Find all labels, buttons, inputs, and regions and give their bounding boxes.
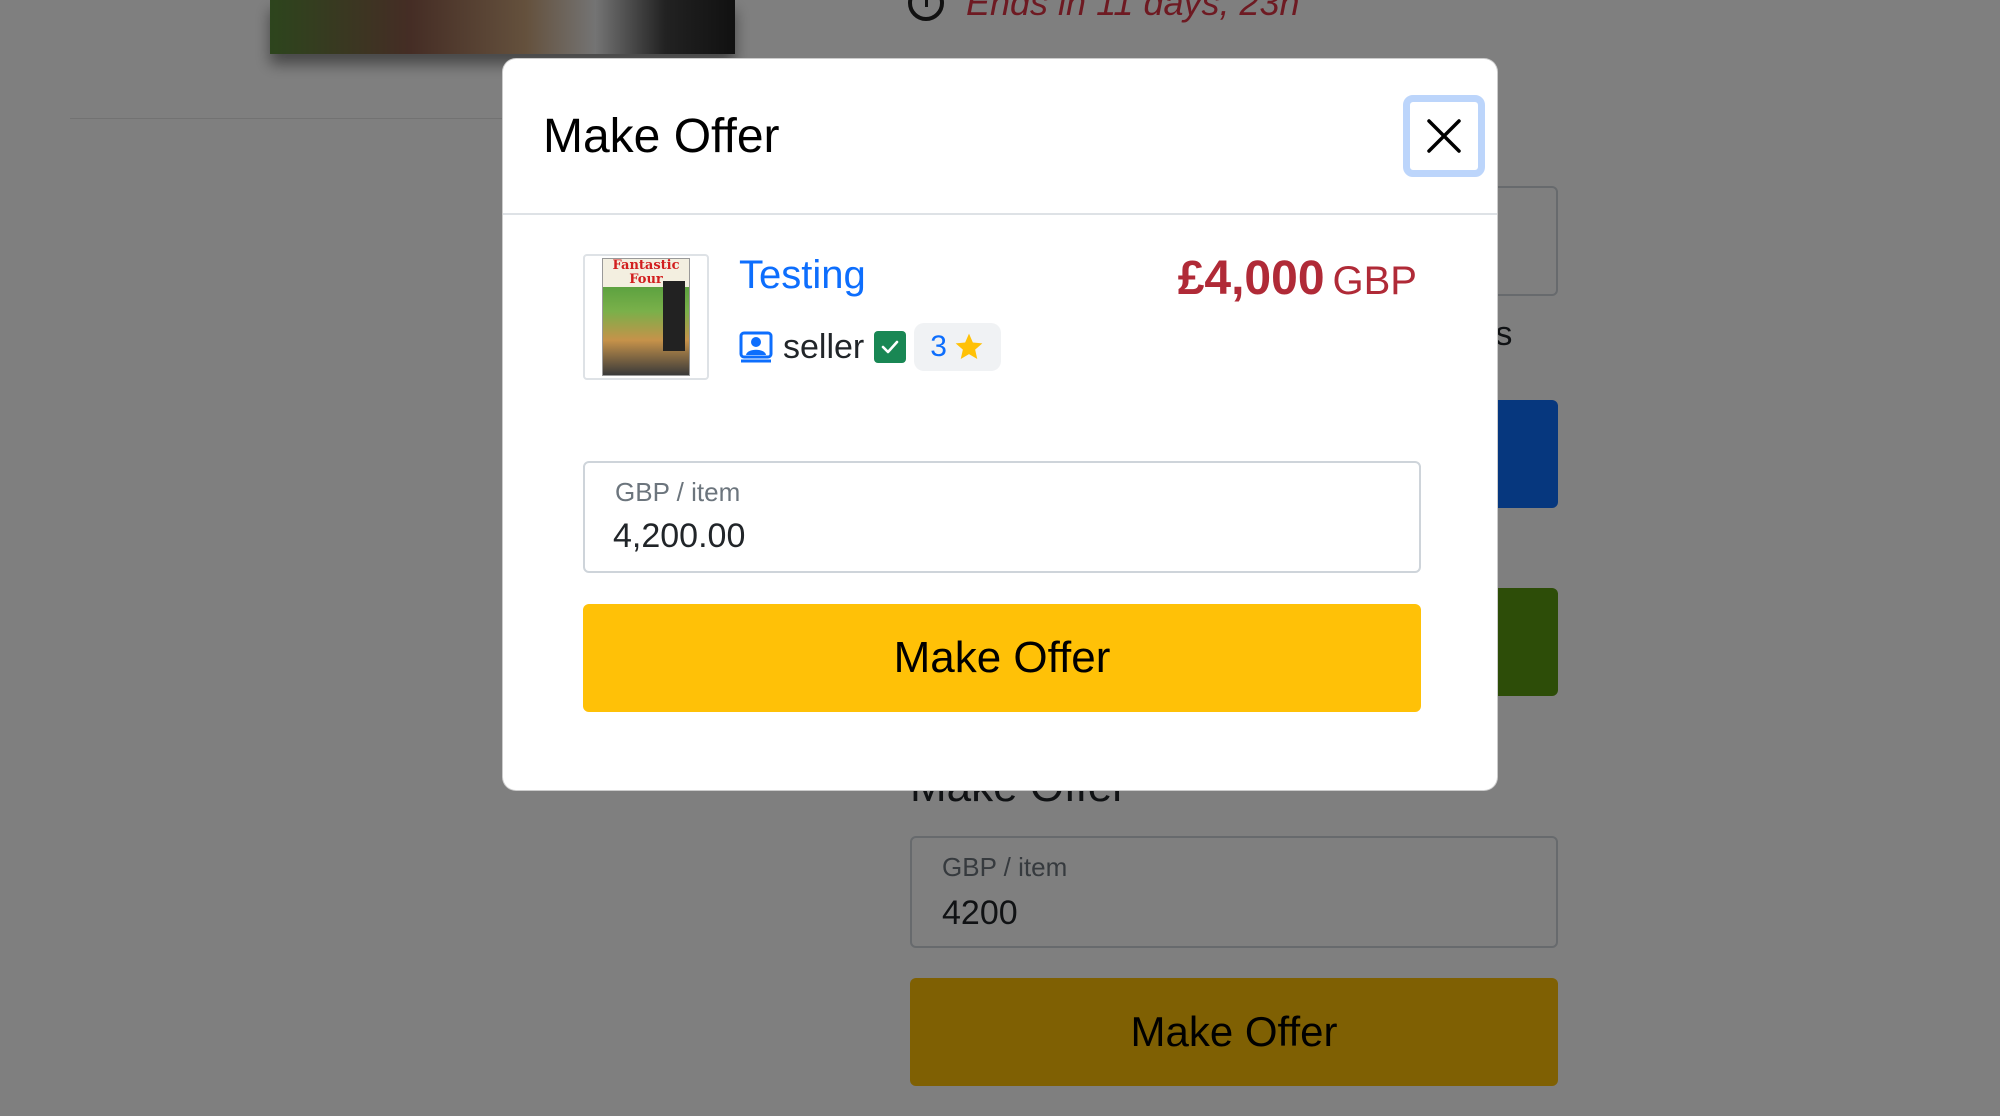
item-thumbnail[interactable]: Fantastic Four xyxy=(583,254,709,380)
comic-cover-panel xyxy=(663,281,685,351)
seller-info: seller 3 xyxy=(739,323,1001,371)
submit-offer-button[interactable]: Make Offer xyxy=(583,604,1421,712)
seller-badge-icon xyxy=(739,331,773,363)
offer-amount-field[interactable]: GBP / item xyxy=(583,461,1421,573)
make-offer-modal: Make Offer Fantastic Four Testing seller… xyxy=(502,58,1498,791)
offer-amount-input[interactable] xyxy=(613,517,1373,556)
modal-header: Make Offer xyxy=(503,59,1497,215)
seller-label: seller xyxy=(783,327,865,366)
close-button[interactable] xyxy=(1403,95,1485,177)
star-icon xyxy=(955,333,983,359)
comic-cover-image: Fantastic Four xyxy=(602,258,690,376)
seller-rating-value: 3 xyxy=(930,330,947,363)
item-name-link[interactable]: Testing xyxy=(739,253,866,298)
seller-rating-badge: 3 xyxy=(914,323,1001,371)
verified-check-icon xyxy=(874,331,907,363)
price-currency: GBP xyxy=(1332,259,1417,303)
modal-title: Make Offer xyxy=(543,110,780,163)
close-icon xyxy=(1427,119,1461,153)
offer-amount-label: GBP / item xyxy=(615,477,741,507)
item-price: £4,000 GBP xyxy=(1178,251,1417,306)
price-amount: £4,000 xyxy=(1177,252,1325,305)
